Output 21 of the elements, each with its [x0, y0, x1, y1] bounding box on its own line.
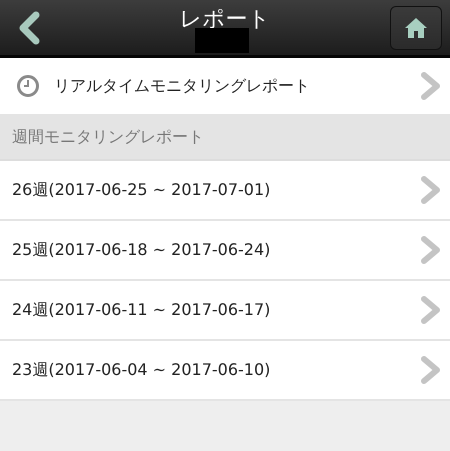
chevron-icon: [420, 71, 442, 101]
week-report-item[interactable]: 24週(2017-06-11 ~ 2017-06-17): [0, 281, 450, 341]
week-report-item[interactable]: 25週(2017-06-18 ~ 2017-06-24): [0, 221, 450, 281]
chevron-icon: [420, 295, 442, 325]
chevron-icon: [420, 235, 442, 265]
home-icon: [403, 16, 429, 40]
week-report-item[interactable]: 26週(2017-06-25 ~ 2017-07-01): [0, 161, 450, 221]
week-report-item[interactable]: 23週(2017-06-04 ~ 2017-06-10): [0, 341, 450, 401]
clock-icon: [16, 74, 40, 98]
section-title: 週間モニタリングレポート: [12, 127, 204, 148]
item-label: リアルタイムモニタリングレポート: [54, 76, 310, 96]
item-label: 26週(2017-06-25 ~ 2017-07-01): [12, 180, 270, 200]
realtime-report-item[interactable]: リアルタイムモニタリングレポート: [0, 58, 450, 116]
chevron-icon: [420, 175, 442, 205]
item-label: 23週(2017-06-04 ~ 2017-06-10): [12, 360, 270, 380]
chevron-icon: [420, 355, 442, 385]
home-button[interactable]: [390, 6, 442, 50]
item-label: 25週(2017-06-18 ~ 2017-06-24): [12, 240, 270, 260]
screen-title: レポート: [180, 7, 270, 32]
redaction-block: [195, 28, 249, 53]
item-label: 24週(2017-06-11 ~ 2017-06-17): [12, 300, 270, 320]
